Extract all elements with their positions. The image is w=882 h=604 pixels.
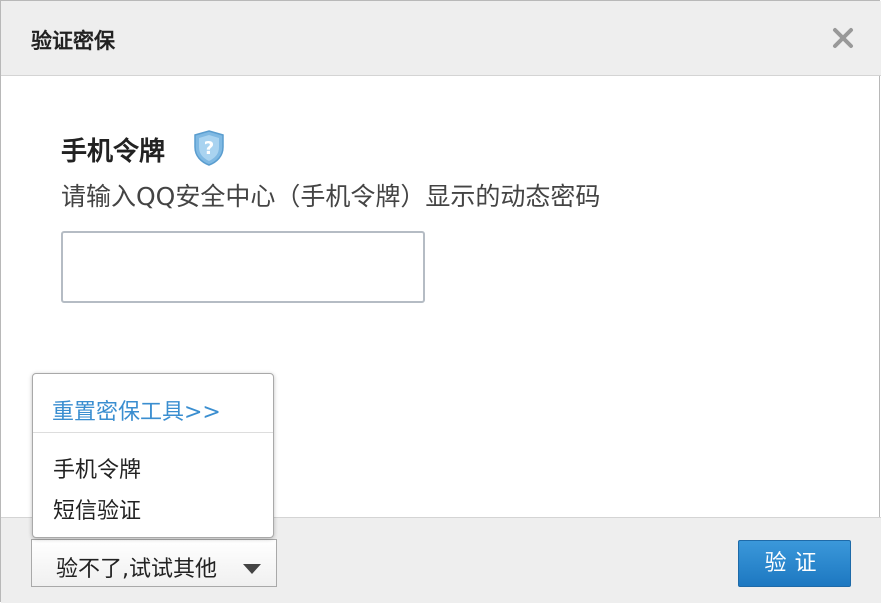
method-title: 手机令牌 — [61, 137, 166, 167]
close-icon[interactable] — [828, 23, 858, 53]
svg-text:?: ? — [204, 138, 214, 159]
try-other-method-label: 验不了,试试其他 — [56, 557, 217, 582]
dropdown-divider — [33, 432, 273, 433]
caret-down-icon — [242, 560, 262, 579]
dynamic-code-input[interactable] — [61, 231, 425, 303]
try-other-method-button[interactable]: 验不了,试试其他 — [31, 539, 277, 587]
dialog-title: 验证密保 — [31, 29, 115, 53]
option-mobile-token[interactable]: 手机令牌 — [53, 452, 141, 484]
option-sms-verification[interactable]: 短信验证 — [53, 493, 141, 525]
verify-security-dialog: 验证密保 手机令牌 ? 请输入QQ安全中心（手机令牌）显示的动态密码 验不了,试… — [0, 0, 881, 603]
other-methods-dropdown: 重置密保工具>> 手机令牌 短信验证 — [32, 373, 274, 538]
instructions-text: 请输入QQ安全中心（手机令牌）显示的动态密码 — [61, 182, 601, 211]
dialog-header: 验证密保 — [1, 1, 881, 76]
reset-security-tool-link[interactable]: 重置密保工具>> — [52, 394, 221, 426]
verify-button[interactable]: 验证 — [738, 540, 851, 587]
shield-question-icon: ? — [193, 130, 225, 166]
